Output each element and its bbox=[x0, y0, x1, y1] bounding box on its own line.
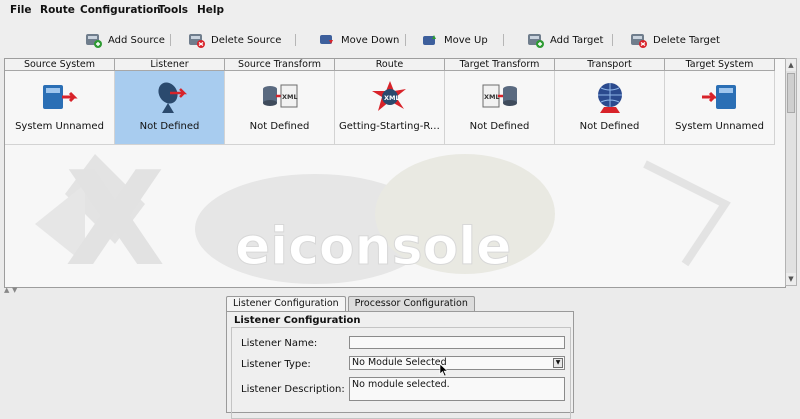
toolbar-separator bbox=[503, 34, 504, 46]
svg-text:XML: XML bbox=[282, 93, 298, 101]
move-down-button[interactable]: Move Down bbox=[318, 30, 399, 50]
menu-route[interactable]: Route bbox=[40, 4, 75, 16]
globe-transport-icon bbox=[598, 83, 622, 113]
toolbar-separator bbox=[612, 34, 613, 46]
add-source-label: Add Source bbox=[108, 34, 165, 46]
header-route: Route bbox=[335, 59, 445, 71]
listener-type-value: No Module Selected bbox=[352, 357, 447, 368]
mouse-cursor-icon bbox=[439, 363, 449, 377]
scroll-thumb[interactable] bbox=[787, 73, 795, 113]
collapse-down-icon[interactable]: ▼ bbox=[12, 286, 17, 294]
menu-help[interactable]: Help bbox=[197, 4, 224, 16]
cell-label: System Unnamed bbox=[15, 121, 104, 132]
cell-target-transform[interactable]: XML Not Defined bbox=[445, 71, 555, 145]
listener-config-panel: Listener Configuration Listener Name: Li… bbox=[226, 311, 574, 419]
delete-target-label: Delete Target bbox=[653, 34, 720, 46]
menu-tools[interactable]: Tools bbox=[158, 4, 188, 16]
header-listener: Listener bbox=[115, 59, 225, 71]
add-target-label: Add Target bbox=[550, 34, 604, 46]
svg-text:XML: XML bbox=[484, 93, 500, 101]
scroll-up-icon[interactable]: ▲ bbox=[786, 59, 796, 71]
cell-listener[interactable]: Not Defined bbox=[115, 71, 225, 145]
route-row: System Unnamed Not Defined XML Not Defin… bbox=[5, 71, 775, 145]
cell-label: Not Defined bbox=[249, 121, 310, 132]
chevron-down-icon[interactable]: ▼ bbox=[553, 358, 563, 368]
listener-description-label: Listener Description: bbox=[241, 384, 345, 395]
xml-route-icon: XML bbox=[372, 81, 406, 111]
delete-source-icon bbox=[188, 32, 206, 48]
cell-source-transform[interactable]: XML Not Defined bbox=[225, 71, 335, 145]
svg-text:XML: XML bbox=[384, 94, 400, 102]
toolbar-separator bbox=[405, 34, 406, 46]
toolbar-separator bbox=[295, 34, 296, 46]
listener-description-field[interactable]: No module selected. bbox=[349, 377, 565, 401]
move-down-icon bbox=[318, 32, 336, 48]
xml-source-transform-icon: XML bbox=[263, 84, 298, 108]
listener-type-label: Listener Type: bbox=[241, 359, 311, 370]
cell-route[interactable]: XML Getting-Starting-Resp... bbox=[335, 71, 445, 145]
add-target-icon bbox=[527, 32, 545, 48]
add-source-button[interactable]: Add Source bbox=[85, 30, 165, 50]
cell-label: Not Defined bbox=[579, 121, 640, 132]
listener-config-group: Listener Name: Listener Type: No Module … bbox=[231, 327, 571, 419]
cell-label: System Unnamed bbox=[675, 121, 764, 132]
panel-title: Listener Configuration bbox=[234, 315, 361, 326]
menu-bar: File Route Configuration Tools Help bbox=[0, 0, 800, 22]
delete-source-label: Delete Source bbox=[211, 34, 282, 46]
source-system-icon bbox=[43, 85, 78, 109]
listener-dish-icon bbox=[158, 82, 188, 113]
tab-processor-configuration[interactable]: Processor Configuration bbox=[347, 296, 475, 311]
header-transport: Transport bbox=[555, 59, 665, 71]
header-source-system: Source System bbox=[5, 59, 115, 71]
cell-label: Getting-Starting-Resp... bbox=[339, 121, 444, 132]
cell-target-system[interactable]: System Unnamed bbox=[665, 71, 775, 145]
listener-name-label: Listener Name: bbox=[241, 338, 318, 349]
cell-transport[interactable]: Not Defined bbox=[555, 71, 665, 145]
cell-label: Not Defined bbox=[469, 121, 530, 132]
grid-header: Source System Listener Source Transform … bbox=[5, 59, 775, 71]
toolbar-separator bbox=[170, 34, 171, 46]
scroll-down-icon[interactable]: ▼ bbox=[786, 273, 796, 285]
cell-label: Not Defined bbox=[139, 121, 200, 132]
add-source-icon bbox=[85, 32, 103, 48]
watermark-text: eiconsole bbox=[235, 217, 511, 277]
split-pane-divider[interactable]: ▲ ▼ bbox=[0, 286, 800, 294]
move-down-label: Move Down bbox=[341, 34, 400, 46]
move-up-button[interactable]: Move Up bbox=[421, 30, 488, 50]
move-up-label: Move Up bbox=[444, 34, 488, 46]
delete-target-button[interactable]: Delete Target bbox=[630, 30, 720, 50]
toolbar: Add Source Delete Source Move Down Move … bbox=[0, 22, 800, 58]
menu-configuration[interactable]: Configuration bbox=[80, 4, 161, 16]
header-target-system: Target System bbox=[665, 59, 775, 71]
listener-type-select[interactable]: No Module Selected ▼ bbox=[349, 356, 565, 370]
svg-text:X: X bbox=[65, 144, 165, 287]
delete-source-button[interactable]: Delete Source bbox=[188, 30, 281, 50]
target-system-icon bbox=[702, 85, 736, 109]
config-tabs: Listener Configuration Processor Configu… bbox=[226, 296, 475, 312]
collapse-up-icon[interactable]: ▲ bbox=[4, 286, 9, 294]
add-target-button[interactable]: Add Target bbox=[527, 30, 603, 50]
xml-target-transform-icon: XML bbox=[482, 84, 517, 108]
listener-name-input[interactable] bbox=[349, 336, 565, 349]
delete-target-icon bbox=[630, 32, 648, 48]
header-target-transform: Target Transform bbox=[445, 59, 555, 71]
cell-source-system[interactable]: System Unnamed bbox=[5, 71, 115, 145]
route-grid: X eiconsole Source System Listener Sourc… bbox=[4, 58, 786, 288]
header-source-transform: Source Transform bbox=[225, 59, 335, 71]
grid-vertical-scrollbar[interactable]: ▲ ▼ bbox=[785, 58, 797, 286]
eiconsole-watermark: X eiconsole bbox=[35, 144, 731, 287]
menu-file[interactable]: File bbox=[10, 4, 32, 16]
move-up-icon bbox=[421, 32, 439, 48]
tab-listener-configuration[interactable]: Listener Configuration bbox=[226, 296, 346, 312]
